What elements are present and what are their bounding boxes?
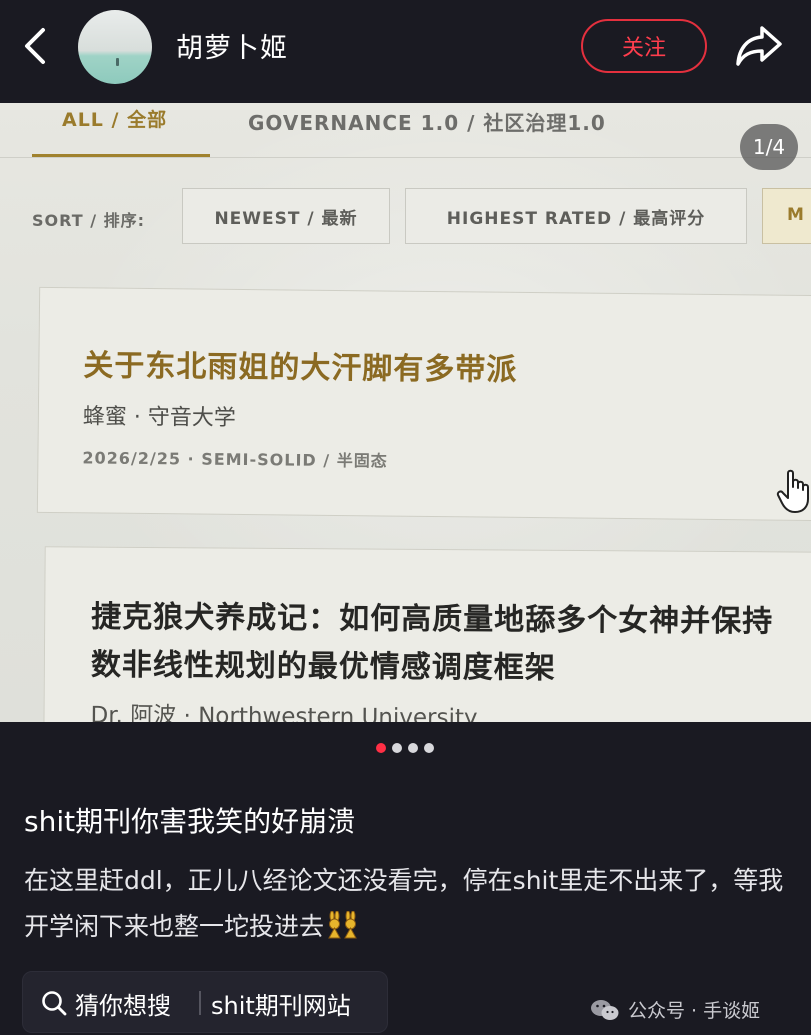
wechat-icon [591, 999, 619, 1020]
hand-cursor-icon [776, 469, 809, 513]
back-arrow-icon[interactable] [18, 26, 54, 66]
paper-card: 捷克狼犬养成记：如何高质量地舔多个女神并保持 数非线性规划的最优情感调度框架 D… [43, 546, 811, 722]
paper-title-line: 捷克狼犬养成记：如何高质量地舔多个女神并保持 [91, 599, 774, 640]
post-title: shit期刊你害我笑的好崩溃 [24, 805, 356, 838]
post-image[interactable]: ALL / 全部 GOVERNANCE 1.0 / 社区治理1.0 1/4 SO… [0, 103, 811, 722]
share-icon[interactable] [734, 22, 784, 68]
search-guess-label: 猜你想搜 [75, 992, 171, 1020]
paper-card: 关于东北雨姐的大汗脚有多带派 蜂蜜 · 守音大学 2026/2/25 · SEM… [36, 286, 811, 522]
search-suggestion: shit期刊网站 [211, 992, 351, 1020]
tab-governance: GOVERNANCE 1.0 / 社区治理1.0 [248, 111, 606, 135]
post-header: 胡萝卜姬 关注 [0, 0, 811, 103]
active-tab-underline [32, 154, 210, 157]
paper-title-line: 数非线性规划的最优情感调度框架 [90, 647, 556, 686]
search-icon [42, 991, 67, 1016]
carousel-indicator [376, 743, 436, 755]
paper-author: 蜂蜜 · 守音大学 [82, 404, 236, 431]
sort-highest-rated: HIGHEST RATED / 最高评分 [405, 188, 747, 244]
post-body: 在这里赶ddl，正儿八经论文还没看完，停在shit里走不出来了，等我开学闲下来也… [24, 858, 794, 950]
image-pager: 1/4 [740, 124, 798, 170]
avatar[interactable] [78, 10, 152, 84]
paper-meta: 2026/2/25 · SEMI-SOLID / 半固态 [82, 448, 388, 471]
carousel-dot [392, 743, 402, 753]
watermark: 公众号 · 手谈姬 [590, 996, 760, 1023]
sort-label: SORT / 排序: [32, 211, 146, 230]
carousel-dot [408, 743, 418, 753]
post-body-text: 在这里赶ddl，正儿八经论文还没看完，停在shit里走不出来了，等我开学闲下来也… [24, 866, 784, 941]
watermark-text: 公众号 · 手谈姬 [628, 1000, 761, 1022]
sort-more: M [762, 188, 811, 244]
paper-author: Dr. 阿波 · Northwestern University [90, 702, 478, 722]
paper-title: 关于东北雨姐的大汗脚有多带派 [83, 348, 518, 388]
related-search-chip[interactable]: 猜你想搜 shit期刊网站 [22, 971, 388, 1033]
tab-all: ALL / 全部 [62, 109, 168, 131]
bunny-girls-emoji-icon [328, 911, 357, 939]
follow-button[interactable]: 关注 [581, 19, 707, 73]
author-name[interactable]: 胡萝卜姬 [176, 26, 288, 65]
carousel-dot-active [376, 743, 386, 753]
carousel-dot [424, 743, 434, 753]
sort-newest: NEWEST / 最新 [182, 188, 390, 244]
